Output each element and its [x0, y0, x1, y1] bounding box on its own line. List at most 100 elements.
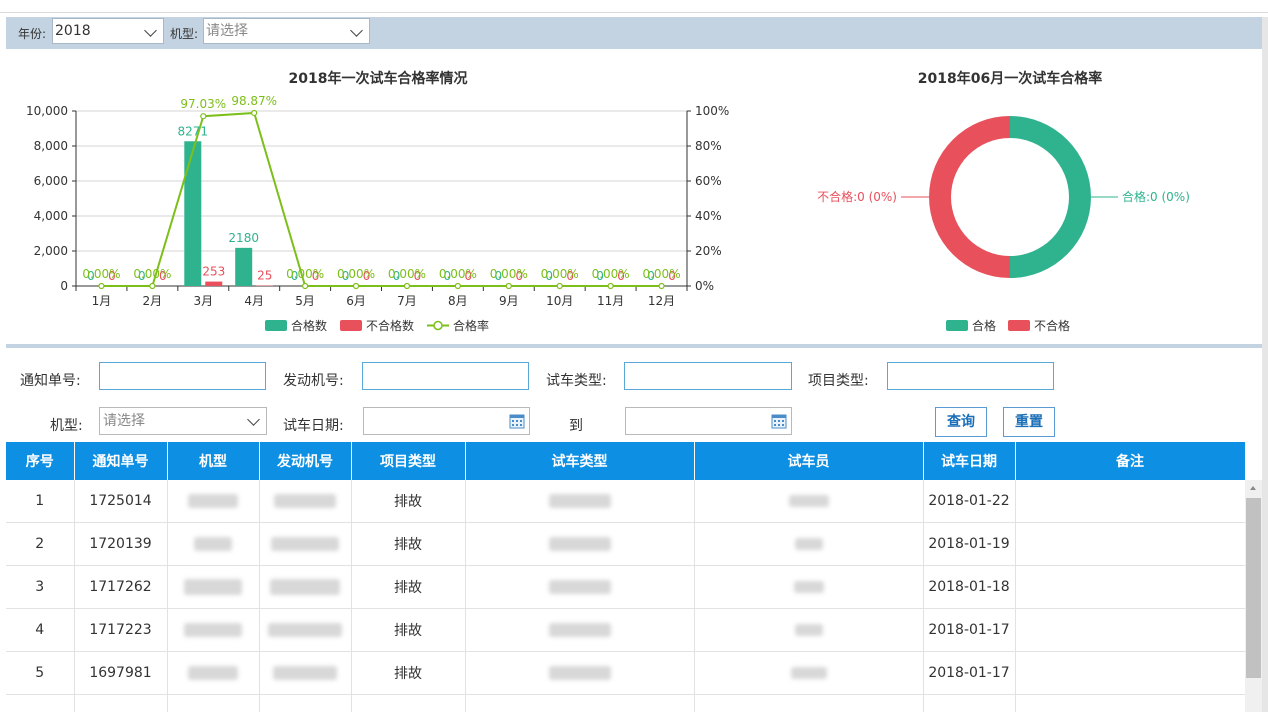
bar-pass [184, 141, 202, 286]
bar-chart-bars [184, 141, 274, 286]
redacted-text [273, 666, 337, 680]
redacted-text [270, 579, 340, 595]
col-header-remark[interactable]: 备注 [1015, 442, 1245, 480]
rate-label: 0.00% [337, 267, 375, 281]
rate-point [556, 282, 563, 290]
rate-label: 0.00% [286, 267, 324, 281]
bar-fail-value: 25 [257, 269, 272, 283]
cell-tester [694, 522, 924, 566]
cell-remark [1015, 694, 1245, 712]
model-select[interactable]: 请选择 [203, 18, 370, 44]
redacted-text [794, 624, 823, 636]
chevron-down-icon [350, 24, 363, 37]
notice-no-input[interactable] [99, 362, 266, 390]
test-date-label: 试车日期: [283, 418, 344, 434]
col-header-notice-no[interactable]: 通知单号 [74, 442, 168, 480]
scroll-up-icon[interactable] [1250, 486, 1256, 490]
donut-legend-fail-label: 不合格 [1034, 318, 1070, 333]
redacted-text [548, 580, 611, 594]
cell-notice-no: 1725014 [74, 480, 168, 523]
redacted-text [188, 494, 238, 508]
x-tick-label: 9月 [499, 294, 519, 308]
redacted-text [188, 666, 238, 680]
rate-point [200, 113, 207, 120]
rate-label: 0.00% [388, 267, 426, 281]
cell-item-type: 排故 [351, 522, 466, 566]
cell-engine-no [259, 651, 352, 695]
cell-test-date: 2018-01-19 [923, 522, 1016, 566]
redacted-text [184, 579, 242, 595]
cell-notice-no: 1717262 [74, 565, 168, 609]
redacted-text [268, 623, 342, 637]
cell-tester [694, 565, 924, 609]
end-date-input[interactable] [625, 407, 792, 435]
rate-point [403, 282, 411, 290]
search-model-select[interactable]: 请选择 [99, 407, 267, 435]
legend-pass-swatch [265, 320, 287, 331]
test-type-label: 试车类型: [546, 373, 607, 389]
rate-label: 0.00% [642, 267, 680, 281]
col-header-seq[interactable]: 序号 [6, 442, 75, 480]
table-row[interactable]: 4 1717223 排故 2018-01-17 [6, 608, 1245, 652]
rate-point [98, 282, 105, 290]
table-scrollbar[interactable] [1245, 480, 1262, 712]
col-header-item-type[interactable]: 项目类型 [351, 442, 466, 480]
col-header-engine-no[interactable]: 发动机号 [259, 442, 352, 480]
legend-rate-marker [433, 320, 443, 331]
reset-button[interactable]: 重置 [1003, 407, 1055, 437]
cell-engine-no [259, 694, 352, 712]
item-type-input[interactable] [887, 362, 1054, 390]
calendar-icon[interactable] [771, 413, 787, 429]
bar-fail-value: 253 [202, 265, 225, 279]
x-tick-label: 12月 [648, 294, 675, 308]
calendar-icon[interactable] [509, 413, 525, 429]
redacted-text [788, 495, 829, 507]
cell-notice-no [74, 694, 168, 712]
cell-remark [1015, 651, 1245, 695]
start-date-input[interactable] [363, 407, 530, 435]
x-tick-label: 3月 [193, 294, 213, 308]
donut-legend-pass-label: 合格 [972, 318, 996, 333]
legend-rate-label: 合格率 [453, 318, 489, 333]
rate-label: 0.00% [541, 267, 579, 281]
rate-point [302, 282, 309, 290]
cell-model [167, 522, 260, 566]
redacted-text [790, 667, 827, 679]
year-select[interactable]: 2018 [52, 18, 164, 44]
query-button[interactable]: 查询 [935, 407, 987, 437]
test-type-input[interactable] [624, 362, 792, 390]
cell-engine-no [259, 522, 352, 566]
col-header-tester[interactable]: 试车员 [694, 442, 924, 480]
cell-tester [694, 694, 924, 712]
year-label: 年份: [18, 27, 47, 41]
search-model-label: 机型: [50, 418, 83, 434]
rate-point [352, 282, 360, 290]
table-row[interactable] [6, 694, 1245, 712]
table-row[interactable]: 1 1725014 排故 2018-01-22 [6, 480, 1245, 523]
cell-seq: 1 [6, 480, 75, 523]
rate-point [658, 282, 665, 290]
bar-chart-legend: 合格数 不合格数 合格率 [265, 318, 489, 333]
bar-fail [205, 281, 223, 286]
rate-label: 0.00% [490, 267, 528, 281]
redacted-text [548, 537, 611, 551]
col-header-model[interactable]: 机型 [167, 442, 260, 480]
cell-test-date: 2018-01-17 [923, 608, 1016, 652]
table-row[interactable]: 5 1697981 排故 2018-01-17 [6, 651, 1245, 695]
cell-item-type: 排故 [351, 565, 466, 609]
rate-label: 98.87% [231, 94, 277, 108]
y-right-tick-label: 0% [695, 279, 714, 293]
date-to-label: 到 [569, 418, 583, 434]
cell-remark [1015, 565, 1245, 609]
cell-test-date: 2018-01-17 [923, 651, 1016, 695]
table-row[interactable]: 2 1720139 排故 2018-01-19 [6, 522, 1245, 566]
engine-no-input[interactable] [362, 362, 529, 390]
col-header-test-date[interactable]: 试车日期 [923, 442, 1016, 480]
cell-test-type [465, 608, 695, 652]
x-tick-label: 11月 [597, 294, 624, 308]
table-row[interactable]: 3 1717262 排故 2018-01-18 [6, 565, 1245, 609]
scrollbar-thumb[interactable] [1246, 498, 1261, 678]
rate-point [251, 109, 258, 117]
col-header-test-type[interactable]: 试车类型 [465, 442, 695, 480]
cell-seq: 5 [6, 651, 75, 695]
